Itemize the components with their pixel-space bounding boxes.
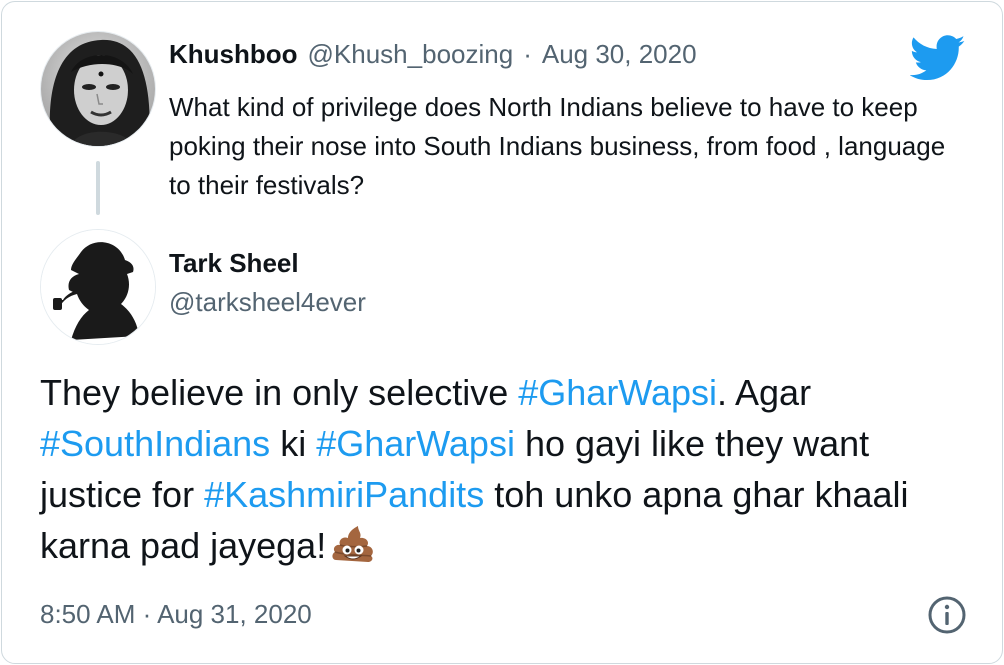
tweet-timestamp[interactable]: 8:50 AM · Aug 31, 2020 bbox=[40, 599, 312, 630]
hashtag-link[interactable]: #GharWapsi bbox=[518, 372, 717, 413]
reply-author-name[interactable]: Khushboo bbox=[169, 39, 298, 69]
tweet-card: Khushboo @Khush_boozing · Aug 30, 2020 What… bbox=[1, 1, 1003, 664]
reply-author-handle[interactable]: @Khush_boozing bbox=[308, 39, 514, 69]
hashtag-link[interactable]: #SouthIndians bbox=[40, 423, 270, 464]
reply-date[interactable]: Aug 30, 2020 bbox=[542, 39, 697, 69]
reply-tweet-text: What kind of privilege does North Indian… bbox=[169, 92, 946, 200]
pile-of-poo-emoji bbox=[332, 526, 374, 562]
text-segment: ki bbox=[270, 423, 317, 464]
woman-portrait-avatar[interactable] bbox=[40, 31, 156, 147]
text-segment: They believe in only selective bbox=[40, 372, 519, 413]
author-name[interactable]: Tark Sheel bbox=[169, 248, 299, 279]
author-handle[interactable]: @tarksheel4ever bbox=[169, 287, 366, 318]
hashtag-link[interactable]: #GharWapsi bbox=[316, 423, 515, 464]
twitter-bird-icon[interactable] bbox=[910, 35, 966, 81]
text-segment: . Agar bbox=[717, 372, 812, 413]
separator-dot: · bbox=[523, 39, 532, 69]
thread-connector-line bbox=[96, 161, 100, 215]
hashtag-link[interactable]: #KashmiriPandits bbox=[204, 474, 484, 515]
sherlock-silhouette-avatar[interactable] bbox=[40, 229, 156, 345]
main-tweet-text: They believe in only selective #GharWaps… bbox=[40, 367, 970, 571]
info-icon[interactable] bbox=[927, 595, 967, 635]
reply-header: Khushboo @Khush_boozing · Aug 30, 2020 bbox=[169, 39, 697, 70]
